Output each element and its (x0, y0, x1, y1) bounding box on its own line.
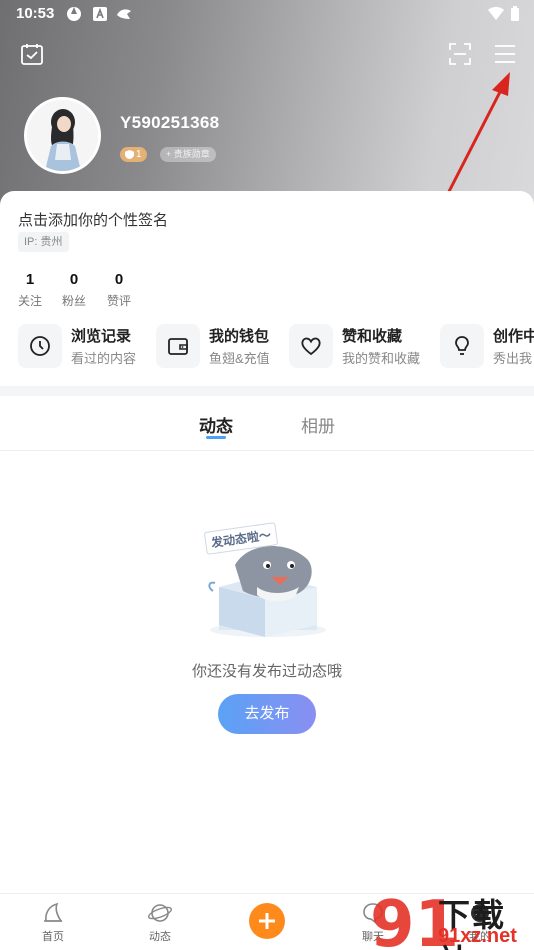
wifi-icon (488, 7, 504, 20)
shortcut-creation[interactable]: 创作中 秀出我 (440, 323, 534, 369)
shield-icon (125, 150, 134, 159)
stat-label: 赞评 (107, 294, 132, 308)
menu-icon[interactable] (493, 42, 517, 66)
watermark-domain: 91xz.net (438, 925, 517, 947)
plus-icon (259, 913, 275, 929)
tabbar-label: 首页 (42, 931, 64, 943)
stat-label: 关注 (18, 294, 43, 308)
status-time: 10:53 (16, 5, 55, 22)
wallet-icon (168, 338, 188, 355)
shortcut-title: 浏览记录 (71, 328, 132, 345)
shortcut-title: 创作中 (493, 328, 534, 345)
shortcut-wallet[interactable]: 我的钱包 鱼翅&充值 (156, 323, 270, 369)
stat-following[interactable]: 1 关注 (18, 271, 42, 309)
avatar-image (27, 100, 98, 171)
planet-icon (147, 904, 173, 922)
bulb-icon (455, 336, 469, 355)
section-divider (0, 386, 534, 396)
tab-divider (0, 450, 534, 451)
signature-placeholder[interactable]: 点击添加你的个性签名 (18, 209, 168, 230)
tab-album[interactable]: 相册 (301, 412, 335, 437)
shortcut-subtitle: 看过的内容 (71, 351, 137, 366)
medal-button[interactable]: + 贵族勋章 (160, 147, 216, 162)
scan-icon[interactable] (448, 42, 472, 66)
level-number: 1 (136, 149, 142, 160)
stat-value: 0 (114, 271, 124, 288)
aperture-icon (67, 7, 81, 21)
shortcut-title: 我的钱包 (209, 328, 270, 345)
create-post-plus-button[interactable] (249, 903, 285, 939)
avatar[interactable] (24, 97, 101, 174)
tabbar-home[interactable]: 首页 (23, 900, 83, 944)
shortcut-likes-favorites[interactable]: 赞和收藏 我的赞和收藏 (289, 323, 420, 369)
heart-icon (301, 337, 321, 356)
battery-icon (511, 6, 519, 21)
publish-button[interactable]: 去发布 (218, 694, 316, 734)
tabbar-label: 动态 (149, 931, 171, 943)
shortcut-subtitle: 我的赞和收藏 (342, 351, 421, 366)
username: Y590251368 (120, 113, 220, 132)
stat-value: 1 (25, 271, 35, 288)
shark-status-icon (117, 9, 131, 19)
a-icon (93, 7, 107, 21)
shortcut-history[interactable]: 浏览记录 看过的内容 (18, 323, 136, 369)
ip-location-tag: IP: 贵州 (18, 232, 69, 252)
stat-followers[interactable]: 0 粉丝 (62, 271, 86, 309)
status-bar: 10:53 (0, 0, 534, 28)
checkin-calendar-icon[interactable] (20, 42, 44, 66)
tabbar-dynamics[interactable]: 动态 (130, 900, 190, 944)
stat-likes[interactable]: 0 赞评 (107, 271, 131, 309)
tab-dynamics[interactable]: 动态 (199, 412, 233, 437)
empty-message: 你还没有发布过动态哦 (191, 663, 342, 680)
stat-label: 粉丝 (62, 294, 87, 308)
shortcut-title: 赞和收藏 (342, 328, 403, 345)
level-badge[interactable]: 1 (120, 147, 147, 162)
shortcut-subtitle: 鱼翅&充值 (209, 351, 270, 366)
tab-active-indicator (206, 436, 226, 439)
stat-value: 0 (69, 271, 79, 288)
home-icon (44, 902, 63, 922)
clock-icon (30, 336, 50, 356)
shortcut-subtitle: 秀出我 (493, 351, 533, 366)
